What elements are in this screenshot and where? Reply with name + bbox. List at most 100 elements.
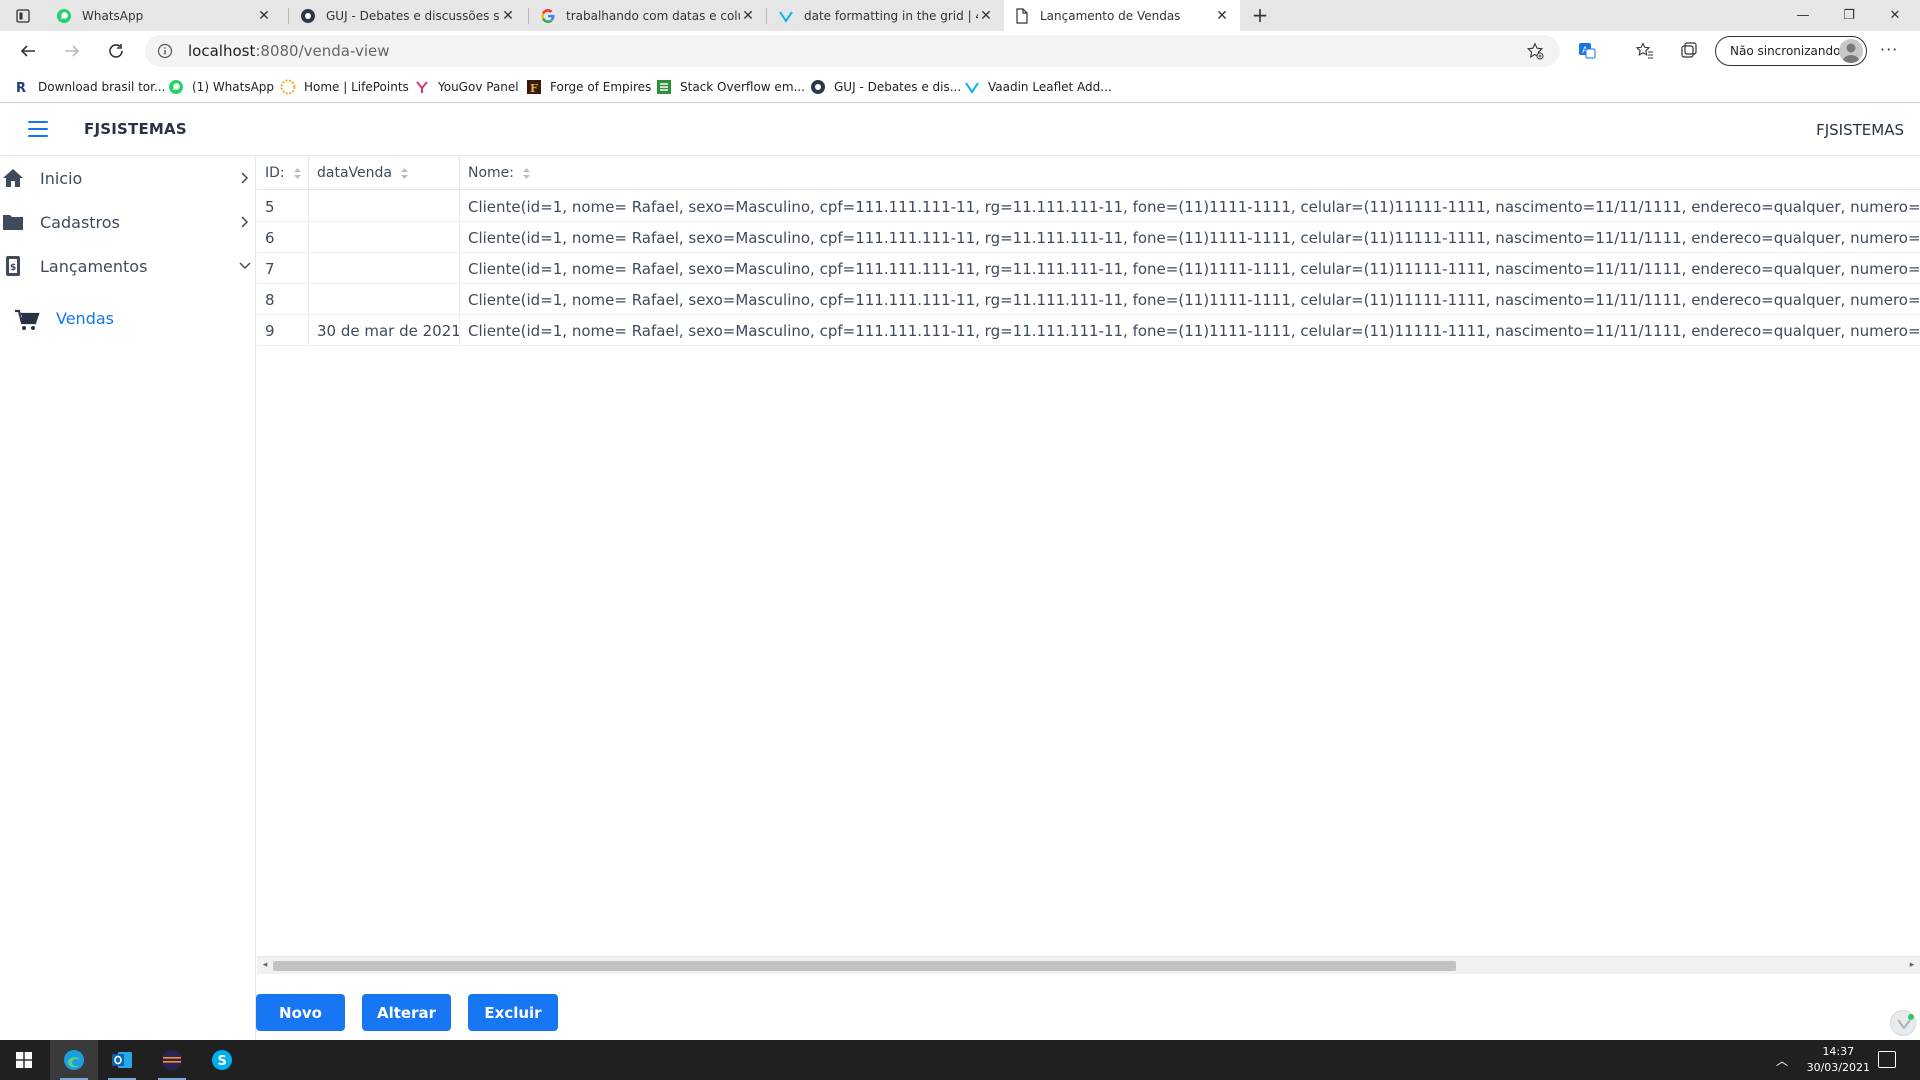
table-row[interactable]: 5 Cliente(id=1, nome= Rafael, sexo=Mascu…: [257, 191, 1920, 222]
favorites-icon[interactable]: [1634, 40, 1656, 62]
bookmarks-bar: R Download brasil tor... (1) WhatsApp Ho…: [0, 71, 1920, 103]
restore-button[interactable]: ❐: [1826, 0, 1872, 31]
tab-title: date formatting in the grid | 4. C: [804, 8, 978, 23]
address-url[interactable]: localhost:8080/venda-view: [188, 42, 390, 60]
reload-button[interactable]: [102, 37, 130, 65]
lifepoints-icon: [280, 79, 296, 95]
svg-text:R: R: [16, 81, 26, 94]
sidebar-item-cadastros[interactable]: Cadastros: [0, 200, 256, 244]
tab-guj[interactable]: GUJ - Debates e discussões sobre ✕: [290, 0, 526, 31]
profile-sync-button[interactable]: Não sincronizando: [1715, 36, 1867, 66]
sidebar-item-inicio[interactable]: Inicio: [0, 156, 256, 200]
notification-center-icon[interactable]: [1878, 1051, 1896, 1068]
bookmark-lifepoints[interactable]: Home | LifePoints: [280, 77, 409, 97]
bookmark-whatsapp[interactable]: (1) WhatsApp: [168, 77, 274, 97]
sort-icon[interactable]: [293, 166, 303, 180]
sidebar-item-label: Cadastros: [40, 212, 120, 232]
sidebar-item-lancamentos[interactable]: $ Lançamentos: [0, 244, 256, 288]
taskbar-edge-icon[interactable]: [50, 1040, 98, 1080]
more-options-icon[interactable]: ···: [1880, 40, 1898, 59]
close-icon[interactable]: ✕: [740, 8, 756, 24]
sort-icon[interactable]: [522, 166, 532, 180]
chevron-right-icon: [238, 171, 252, 185]
home-icon: [2, 167, 24, 189]
bookmark-forge-of-empires[interactable]: F Forge of Empires: [526, 77, 651, 97]
bookmark-stackoverflow[interactable]: Stack Overflow em...: [656, 77, 805, 97]
sidebar: Inicio Cadastros $ Lançamentos Vendas: [0, 156, 256, 1040]
bookmark-label: Stack Overflow em...: [680, 80, 805, 94]
windows-start-icon[interactable]: [0, 1040, 48, 1080]
taskbar-eclipse-icon[interactable]: [148, 1040, 196, 1080]
app-header: FJSISTEMAS FJSISTEMAS: [0, 104, 1920, 156]
url-path: :8080/venda-view: [255, 42, 390, 60]
cell-nome: Cliente(id=1, nome= Rafael, sexo=Masculi…: [468, 228, 1920, 247]
close-icon[interactable]: ✕: [500, 8, 516, 24]
svg-text:F: F: [530, 82, 538, 95]
tab-actions-icon[interactable]: [14, 7, 32, 24]
close-window-button[interactable]: ✕: [1872, 0, 1918, 31]
close-icon[interactable]: ✕: [1214, 8, 1230, 24]
bookmark-label: Vaadin Leaflet Add...: [988, 80, 1112, 94]
address-bar[interactable]: localhost:8080/venda-view: [145, 35, 1560, 67]
bookmark-vaadin-leaflet[interactable]: Vaadin Leaflet Add...: [964, 77, 1112, 97]
foe-icon: F: [526, 79, 542, 95]
cell-datavenda: [309, 284, 460, 315]
taskbar-skype-icon[interactable]: S: [198, 1040, 246, 1080]
tab-google-search[interactable]: trabalhando com datas e colunas ✕: [530, 0, 766, 31]
tray-expand-icon[interactable]: ︿: [1776, 1052, 1788, 1069]
excluir-button[interactable]: Excluir: [468, 994, 558, 1031]
table-row[interactable]: 9 30 de mar de 2021 Cliente(id=1, nome= …: [257, 315, 1920, 346]
bookmark-guj[interactable]: GUJ - Debates e dis...: [810, 77, 961, 97]
forward-button[interactable]: [58, 37, 86, 65]
scroll-left-icon[interactable]: ◂: [260, 960, 270, 970]
table-row[interactable]: 8 Cliente(id=1, nome= Rafael, sexo=Mascu…: [257, 284, 1920, 315]
column-header-nome[interactable]: Nome:: [460, 156, 1920, 190]
add-favorite-icon[interactable]: [1526, 42, 1544, 64]
tab-title: Lançamento de Vendas: [1040, 8, 1181, 23]
dev-tools-badge-icon[interactable]: [1890, 1010, 1916, 1036]
minimize-button[interactable]: —: [1780, 0, 1826, 31]
bookmark-yougov[interactable]: YouGov Panel: [414, 77, 519, 97]
sidebar-subitem-vendas[interactable]: Vendas: [0, 298, 256, 342]
tab-lancamento-vendas[interactable]: Lançamento de Vendas ✕: [1004, 0, 1240, 31]
alterar-button[interactable]: Alterar: [362, 994, 451, 1031]
sidebar-item-label: Inicio: [40, 168, 83, 188]
stackoverflow-icon: [656, 79, 672, 95]
grid-horizontal-scrollbar[interactable]: ◂ ▸: [257, 956, 1920, 974]
back-button[interactable]: [14, 37, 42, 65]
bookmark-label: GUJ - Debates e dis...: [834, 80, 962, 94]
close-icon[interactable]: ✕: [256, 8, 272, 24]
close-icon[interactable]: ✕: [978, 8, 994, 24]
column-header-label: dataVenda: [317, 165, 392, 181]
table-row[interactable]: 6 Cliente(id=1, nome= Rafael, sexo=Mascu…: [257, 222, 1920, 253]
vaadin-icon: [778, 8, 794, 24]
tab-title: WhatsApp: [82, 8, 144, 23]
column-header-datavenda[interactable]: dataVenda: [309, 156, 460, 190]
table-row[interactable]: 7 Cliente(id=1, nome= Rafael, sexo=Mascu…: [257, 253, 1920, 284]
cell-nome: Cliente(id=1, nome= Rafael, sexo=Masculi…: [468, 321, 1920, 340]
r-icon: R: [14, 79, 30, 95]
menu-toggle-icon[interactable]: [28, 121, 48, 137]
column-header-id[interactable]: ID:: [257, 156, 309, 190]
cell-datavenda: [309, 191, 460, 222]
sidebar-item-label: Lançamentos: [40, 256, 148, 276]
scroll-right-icon[interactable]: ▸: [1907, 960, 1917, 970]
scrollbar-thumb[interactable]: [273, 961, 1456, 971]
app-brand-right: FJSISTEMAS: [1816, 121, 1904, 139]
novo-button[interactable]: Novo: [256, 994, 345, 1031]
tab-whatsapp[interactable]: WhatsApp ✕: [46, 0, 282, 31]
taskbar-clock[interactable]: 14:37 30/03/2021: [1807, 1044, 1870, 1076]
ledger-icon: $: [2, 255, 24, 277]
new-tab-button[interactable]: +: [1248, 4, 1272, 28]
cell-id: 6: [257, 222, 309, 253]
sort-icon[interactable]: [400, 166, 410, 180]
svg-text:S: S: [218, 1054, 227, 1069]
translate-icon[interactable]: A: [1576, 40, 1598, 62]
info-icon[interactable]: [157, 43, 173, 59]
taskbar-outlook-icon[interactable]: [98, 1040, 146, 1080]
app-brand: FJSISTEMAS: [84, 120, 187, 138]
collections-icon[interactable]: [1678, 40, 1700, 62]
tab-separator: [288, 8, 289, 24]
tab-vaadin-forum[interactable]: date formatting in the grid | 4. C ✕: [768, 0, 1004, 31]
bookmark-download-brasil[interactable]: R Download brasil tor...: [14, 77, 165, 97]
